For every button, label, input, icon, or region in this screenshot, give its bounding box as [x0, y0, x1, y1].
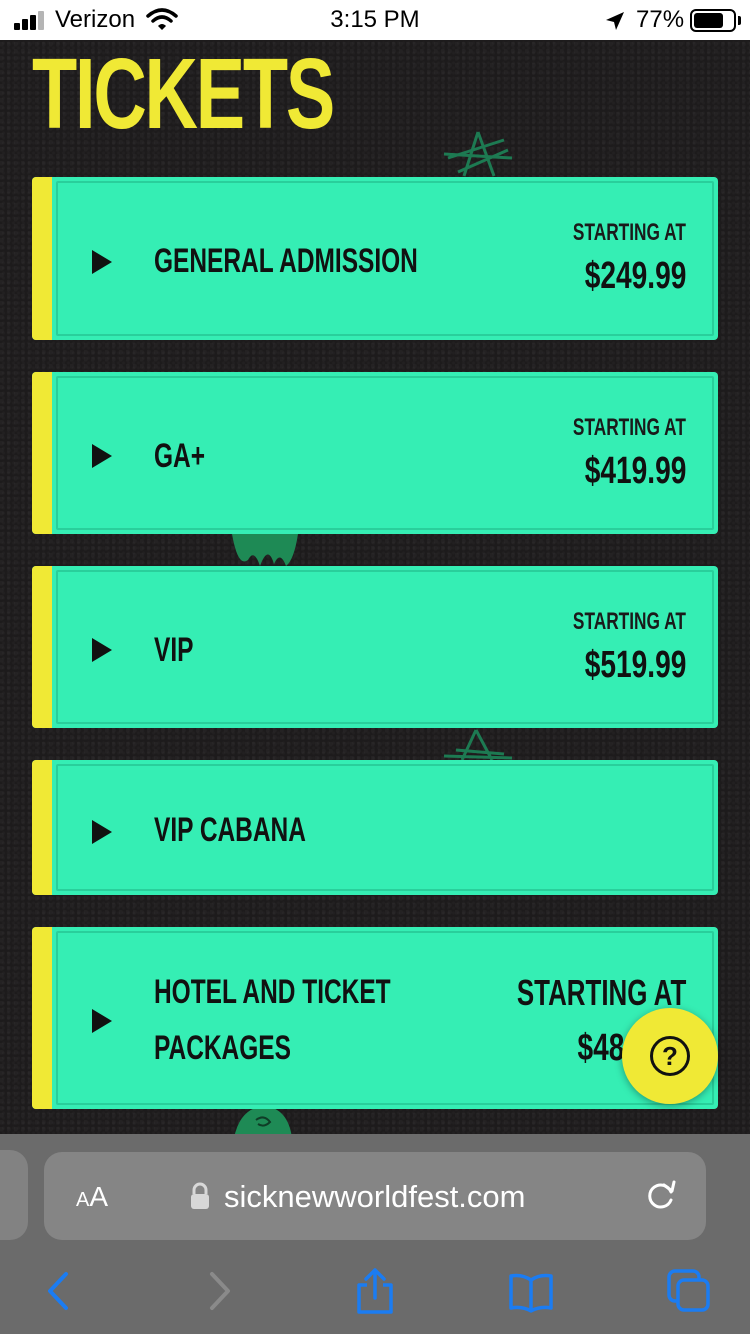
bookmarks-icon[interactable] [508, 1268, 554, 1314]
card-accent-bar [32, 927, 52, 1109]
battery-percent: 77% [636, 6, 685, 33]
share-icon[interactable] [352, 1268, 398, 1314]
ticket-general-admission[interactable]: GENERAL ADMISSION STARTING AT $249.99 [32, 177, 718, 340]
starting-at-label: STARTING AT [573, 219, 686, 246]
play-icon [92, 444, 112, 468]
ticket-vip-cabana[interactable]: VIP CABANA [32, 760, 718, 895]
star-doodle-2 [443, 729, 513, 761]
help-button[interactable]: ? [622, 1008, 718, 1104]
ticket-price: $48 [577, 1027, 624, 1069]
help-icon: ? [650, 1036, 690, 1076]
card-accent-bar [32, 177, 52, 340]
star-doodle [443, 131, 513, 177]
status-bar: Verizon 3:15 PM 77% [0, 0, 750, 40]
play-icon [92, 638, 112, 662]
card-accent-bar [32, 566, 52, 728]
battery-fill [694, 13, 723, 28]
ticket-price: $249.99 [584, 255, 686, 297]
play-icon [92, 820, 112, 844]
card-accent-bar [32, 760, 52, 895]
back-icon[interactable] [36, 1268, 82, 1314]
forward-icon[interactable] [196, 1268, 242, 1314]
battery-icon [690, 9, 736, 32]
play-icon [92, 250, 112, 274]
ticket-ga-plus[interactable]: GA+ STARTING AT $419.99 [32, 372, 718, 534]
page-title: TICKETS [32, 38, 335, 150]
tabs-icon[interactable] [666, 1268, 712, 1314]
ticket-price: $519.99 [584, 644, 686, 686]
aa-big: A [89, 1181, 109, 1212]
card-accent-bar [32, 372, 52, 534]
starting-at-label: STARTING AT [573, 414, 686, 441]
reload-icon[interactable] [644, 1178, 678, 1212]
url-text[interactable]: sicknewworldfest.com [224, 1178, 525, 1216]
ticket-hotel-packages[interactable]: HOTEL AND TICKET PACKAGES STARTING AT $4… [32, 927, 718, 1109]
ticket-name: GA+ [154, 437, 206, 475]
skull-doodle [234, 1106, 292, 1138]
ticket-name-line-2: PACKAGES [154, 1029, 291, 1067]
ticket-name: GENERAL ADMISSION [154, 242, 418, 280]
previous-tab-edge[interactable] [0, 1150, 28, 1240]
lock-icon [191, 1182, 209, 1209]
play-icon [92, 1009, 112, 1033]
location-arrow-icon [606, 12, 624, 30]
ticket-price: $419.99 [584, 450, 686, 492]
ticket-name: VIP [154, 631, 194, 669]
ticket-vip[interactable]: VIP STARTING AT $519.99 [32, 566, 718, 728]
starting-at-label: STARTING AT [516, 972, 686, 1013]
starting-at-label: STARTING AT [573, 608, 686, 635]
ticket-name: VIP CABANA [154, 811, 306, 849]
battery-tip [738, 16, 741, 25]
aa-small: A [76, 1189, 90, 1211]
ticket-name-line-1: HOTEL AND TICKET [154, 973, 391, 1011]
reader-options-button[interactable]: AA [76, 1180, 108, 1217]
creature-doodle [232, 534, 298, 566]
